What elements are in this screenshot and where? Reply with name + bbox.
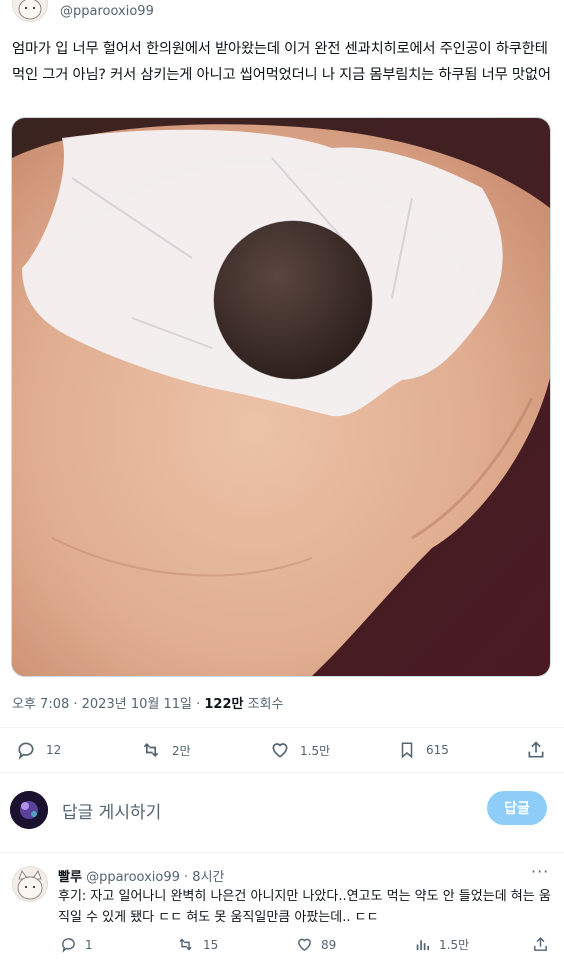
- share-action[interactable]: [526, 740, 546, 760]
- retweet-action[interactable]: 2만: [140, 740, 191, 760]
- reply-author-handle[interactable]: @pparooxio99: [86, 870, 180, 885]
- reply-share-action[interactable]: [532, 936, 549, 953]
- reply-count: 12: [46, 743, 62, 757]
- tweet-photo[interactable]: [11, 117, 551, 677]
- heart-icon: [270, 740, 290, 760]
- divider: [0, 727, 564, 728]
- heart-icon: [296, 936, 313, 953]
- reply-text: 후기: 자고 일어나니 완벽히 나은건 아니지만 나았다..연고도 먹는 약도 …: [58, 889, 551, 925]
- author-handle[interactable]: @pparooxio99: [60, 4, 154, 19]
- share-icon: [526, 740, 546, 760]
- reply-views-action[interactable]: 1.5만: [414, 936, 469, 953]
- divider: [0, 772, 564, 773]
- view-label: 조회수: [243, 697, 284, 712]
- reply-author-name[interactable]: 빨루: [58, 870, 82, 885]
- reply-submit-button[interactable]: 답글: [487, 791, 547, 825]
- retweet-icon: [140, 740, 162, 760]
- bookmark-icon: [398, 740, 416, 760]
- reply-like-count: 89: [321, 937, 337, 952]
- user-avatar[interactable]: [10, 791, 48, 829]
- tweet-time: 오후 7:08 · 2023년 10월 11일 ·: [12, 697, 205, 712]
- like-action[interactable]: 1.5만: [270, 740, 330, 760]
- view-count: 122만: [204, 697, 244, 712]
- like-count: 1.5만: [300, 743, 331, 758]
- retweet-icon: [176, 936, 195, 953]
- reply-icon: [16, 740, 36, 760]
- reply-time: · 8시간: [179, 870, 225, 885]
- tweet-text: 엄마가 입 너무 헐어서 한의원에서 받아왔는데 이거 완전 센과치히로에서 주…: [12, 41, 551, 83]
- divider: [0, 852, 564, 853]
- reply-reply-count: 1: [85, 937, 93, 952]
- author-avatar[interactable]: [12, 0, 48, 22]
- share-icon: [532, 936, 549, 953]
- analytics-icon: [414, 936, 431, 953]
- reply-view-count: 1.5만: [439, 938, 470, 952]
- reply-retweet-action[interactable]: 15: [176, 936, 218, 953]
- reply-header: 빨루 @pparooxio99 · 8시간: [58, 866, 225, 885]
- reply-retweet-count: 15: [203, 937, 219, 952]
- reply-action[interactable]: 12: [16, 740, 61, 760]
- more-icon[interactable]: ···: [531, 862, 549, 881]
- reply-like-action[interactable]: 89: [296, 936, 336, 953]
- reply-icon: [60, 936, 77, 953]
- bookmark-action[interactable]: 615: [398, 740, 449, 760]
- bookmark-count: 615: [426, 743, 449, 757]
- tweet-timestamp: 오후 7:08 · 2023년 10월 11일 · 122만 조회수: [12, 693, 283, 712]
- reply-input[interactable]: 답글 게시하기: [62, 798, 161, 823]
- reply-reply-action[interactable]: 1: [60, 936, 93, 953]
- retweet-count: 2만: [172, 743, 191, 758]
- reply-author-avatar[interactable]: [12, 866, 48, 902]
